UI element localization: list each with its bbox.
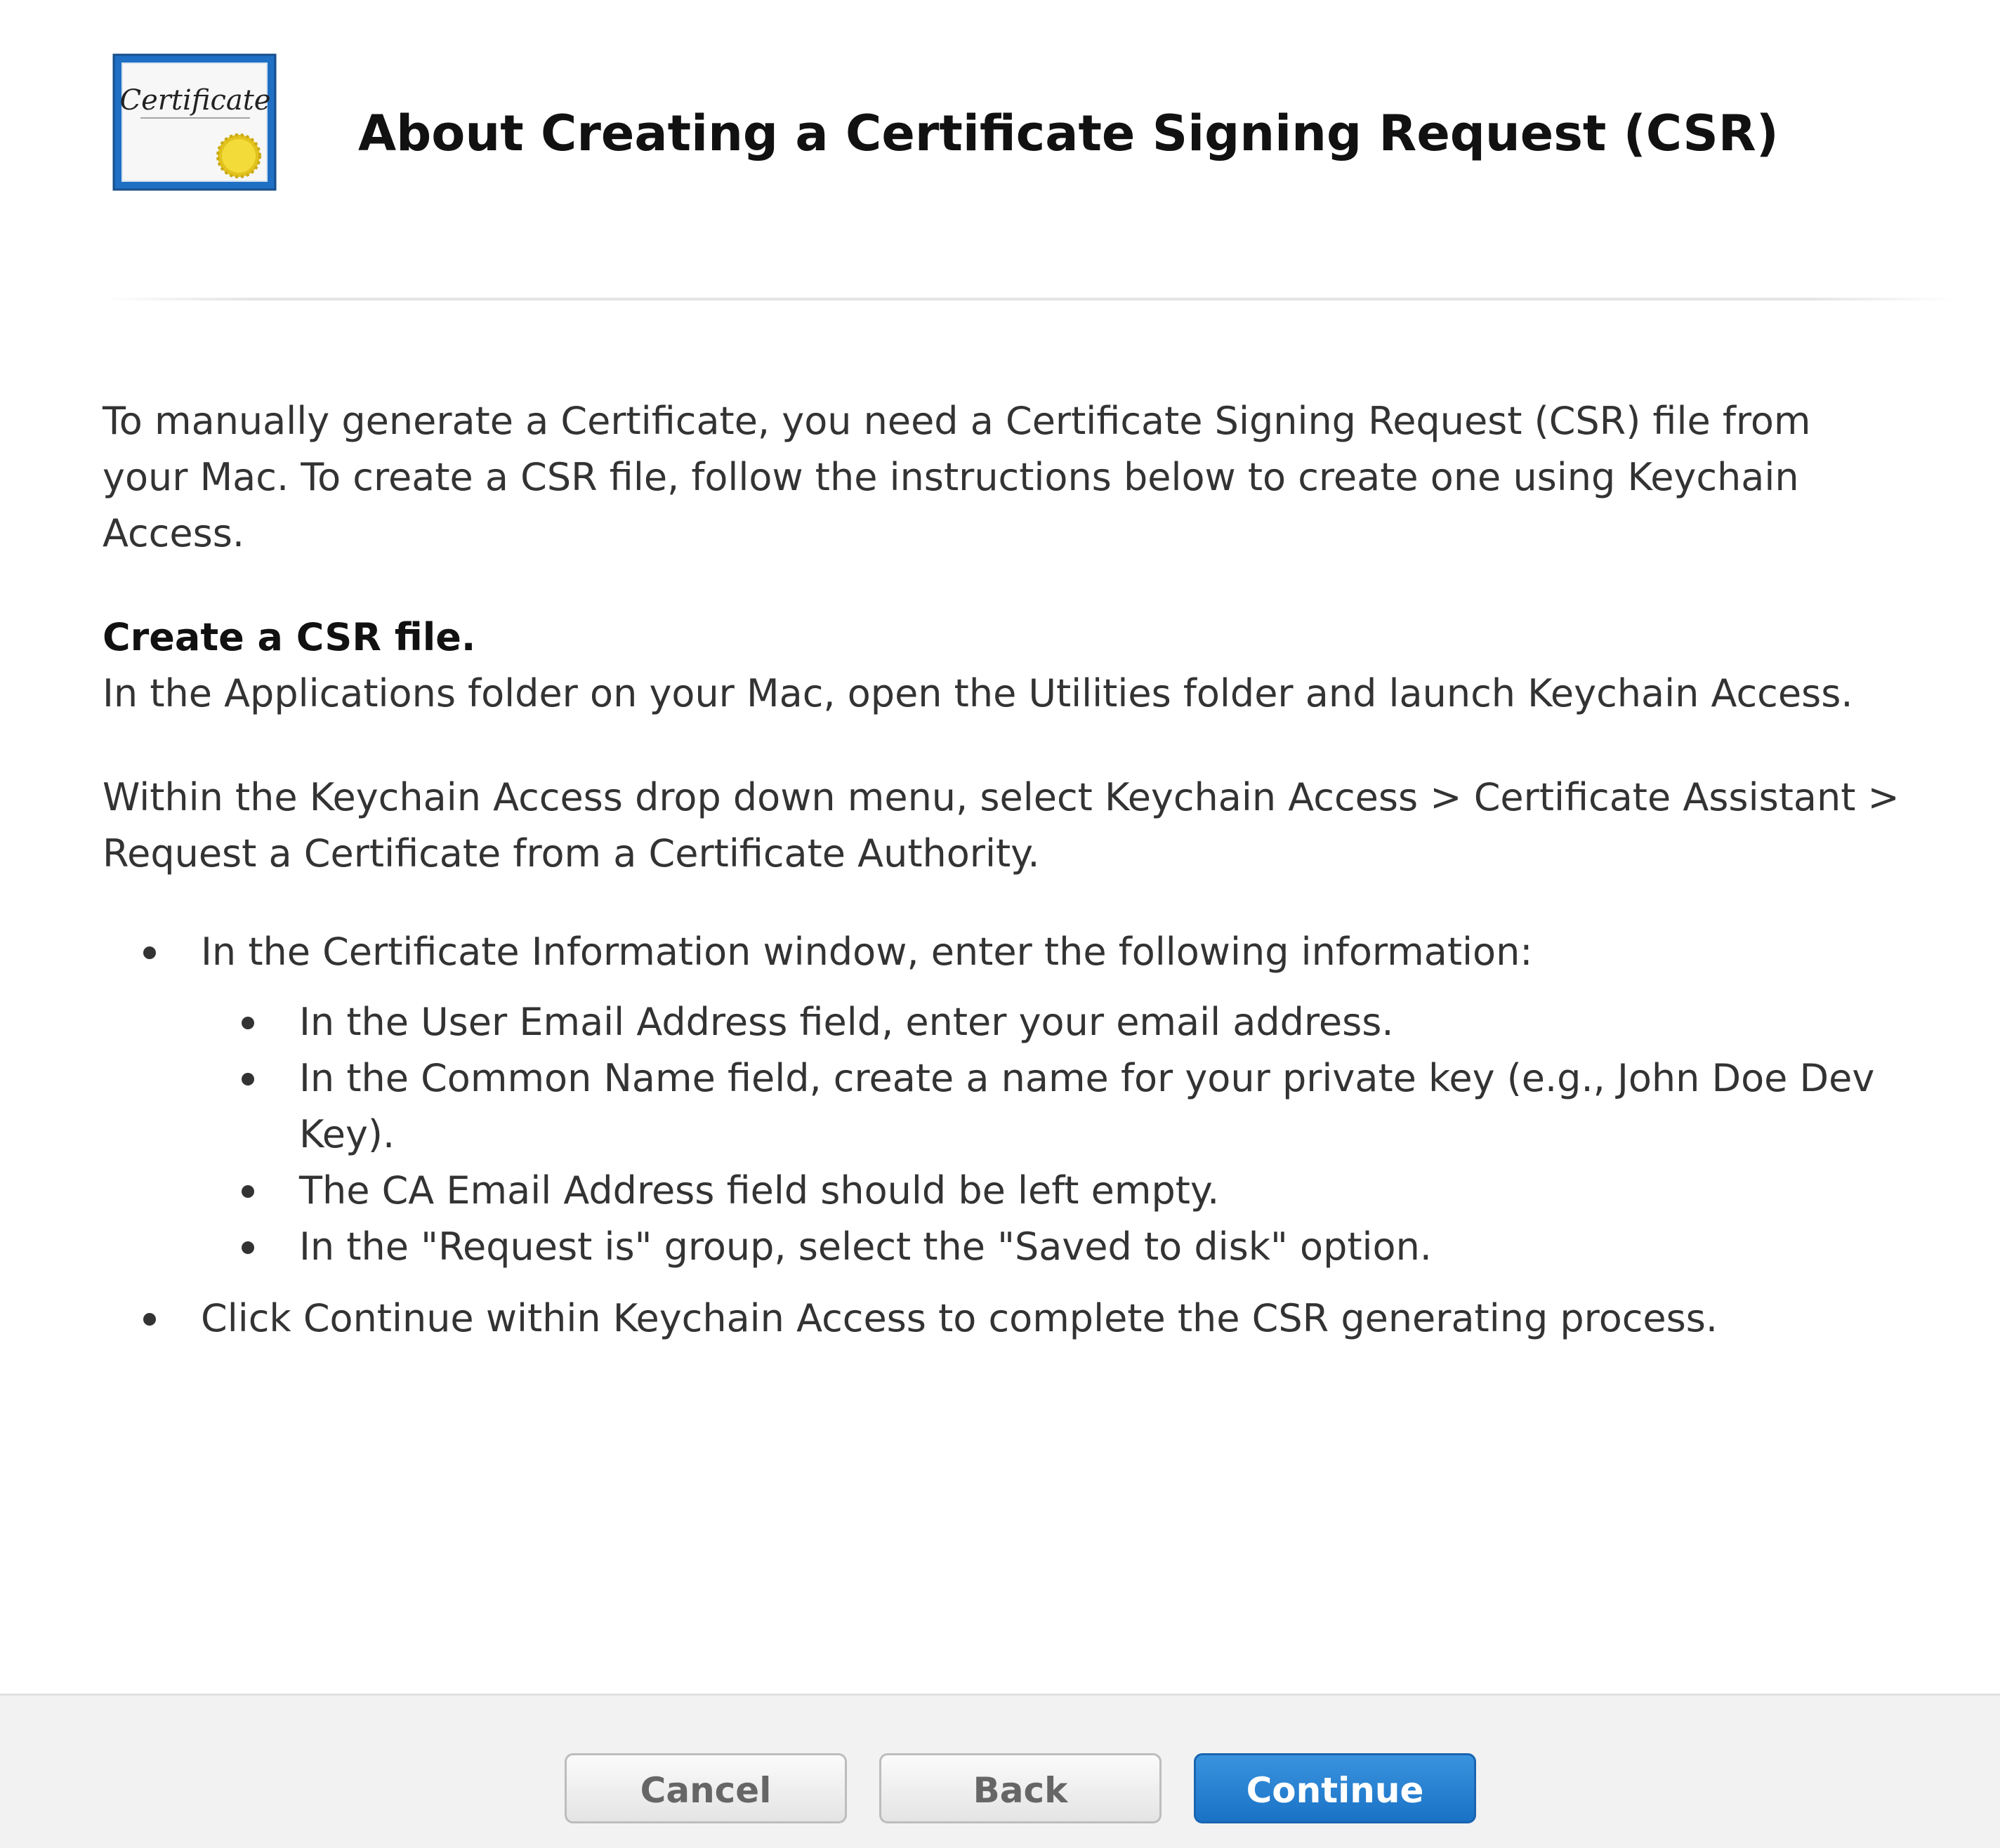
list-item-text: The CA Email Address field should be lef…: [299, 1168, 1220, 1213]
list-item-text: In the Certificate Information window, e…: [201, 930, 1533, 974]
bullet-icon: [143, 946, 156, 959]
certificate-icon-text: Certificate: [120, 84, 271, 117]
page-title: About Creating a Certificate Signing Req…: [358, 105, 1779, 162]
bullet-icon: [143, 1313, 156, 1326]
bullet-icon: [242, 1017, 254, 1029]
instructions: To manually generate a Certificate, you …: [103, 393, 1900, 1347]
bullet-icon: [242, 1073, 254, 1085]
list-item: The CA Email Address field should be lef…: [201, 1163, 1900, 1219]
section-heading: Create a CSR file.: [103, 615, 476, 659]
sub-bullet-list: In the User Email Address field, enter y…: [201, 994, 1900, 1275]
list-item: Click Continue within Keychain Access to…: [103, 1291, 1900, 1347]
divider: [103, 298, 1956, 301]
bullet-list: In the Certificate Information window, e…: [103, 924, 1900, 1347]
footer-bar: Cancel Back Continue: [0, 1694, 2000, 1848]
continue-button[interactable]: Continue: [1194, 1753, 1476, 1823]
bullet-icon: [242, 1241, 254, 1254]
list-item: In the "Request is" group, select the "S…: [201, 1219, 1900, 1275]
header: Certificate About Creating a Certificate…: [0, 0, 2000, 281]
bullet-icon: [242, 1185, 254, 1198]
list-item-text: In the "Request is" group, select the "S…: [299, 1225, 1432, 1269]
csr-help-page: Certificate About Creating a Certificate…: [0, 0, 2000, 1848]
seal-icon: [216, 133, 261, 178]
list-item-text: In the User Email Address field, enter y…: [299, 1000, 1394, 1044]
step-text: In the Applications folder on your Mac, …: [103, 671, 1853, 715]
certificate-icon: Certificate: [112, 53, 277, 191]
list-item-text: Click Continue within Keychain Access to…: [201, 1296, 1718, 1340]
cancel-button[interactable]: Cancel: [565, 1753, 847, 1823]
step-text: Within the Keychain Access drop down men…: [103, 775, 1900, 876]
list-item: In the User Email Address field, enter y…: [201, 994, 1900, 1050]
list-item: In the Certificate Information window, e…: [103, 924, 1900, 1275]
back-button[interactable]: Back: [879, 1753, 1162, 1823]
list-item: In the Common Name field, create a name …: [201, 1050, 1900, 1163]
intro-text: To manually generate a Certificate, you …: [103, 399, 1811, 555]
list-item-text: In the Common Name field, create a name …: [299, 1056, 1875, 1156]
